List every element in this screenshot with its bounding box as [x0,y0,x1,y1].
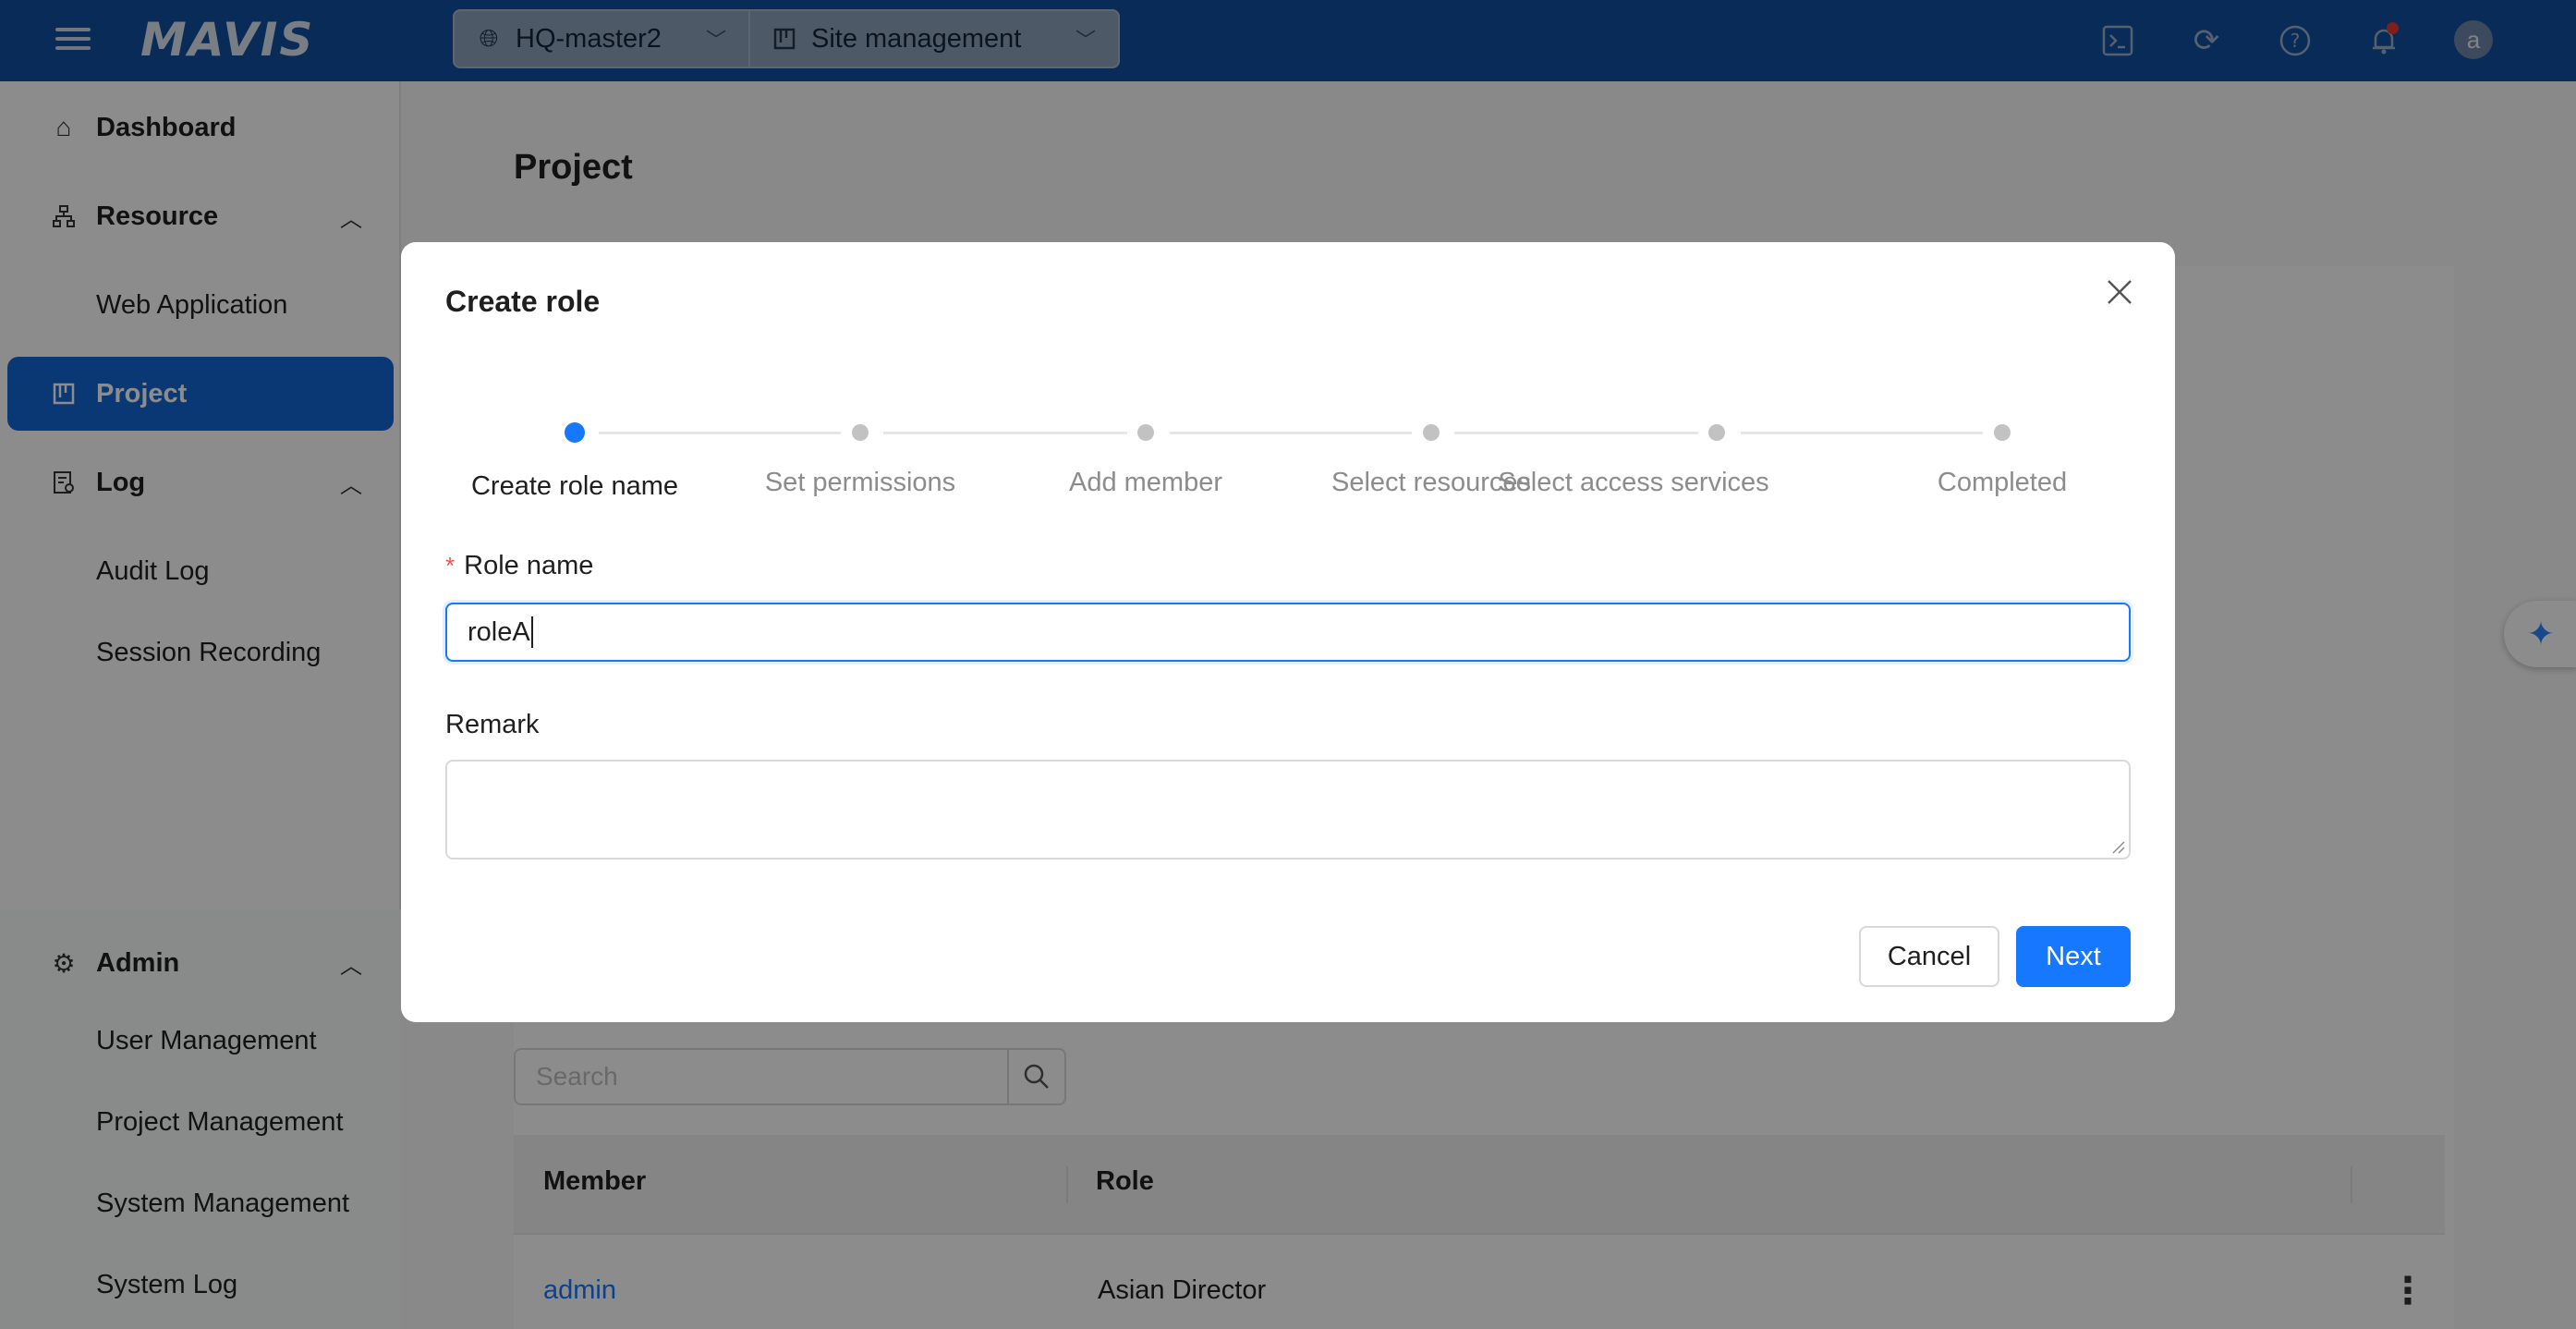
required-icon: * [445,552,456,579]
step-connector [1741,432,1983,434]
step-dot [1994,424,2011,441]
role-name-input[interactable]: roleA [445,603,2131,662]
resize-handle-icon[interactable] [2110,839,2125,854]
step-connector [883,432,1127,434]
step-connector [1170,432,1412,434]
create-role-modal: Create role Create role name Set permiss… [401,242,2175,1022]
step-add-member: Add member [1068,468,1222,497]
step-dot [1137,424,1154,441]
remark-label: Remark [445,710,540,739]
step-connector [1454,432,1698,434]
step-completed: Completed [1937,468,2068,497]
step-dot-active [565,422,585,443]
step-connector [599,432,841,434]
text-cursor [530,616,533,648]
step-create-role-name: Create role name [470,471,679,501]
next-button[interactable]: Next [2016,926,2131,987]
step-select-access-services: Select access services [1498,468,1769,497]
cancel-button[interactable]: Cancel [1859,926,1999,987]
step-set-permissions: Set permissions [764,468,956,497]
role-name-value: roleA [468,616,530,647]
step-dot [1708,424,1725,441]
role-name-label: * Role name [445,551,594,580]
remark-textarea[interactable] [445,760,2131,860]
step-dot [852,424,869,441]
step-dot [1423,424,1440,441]
